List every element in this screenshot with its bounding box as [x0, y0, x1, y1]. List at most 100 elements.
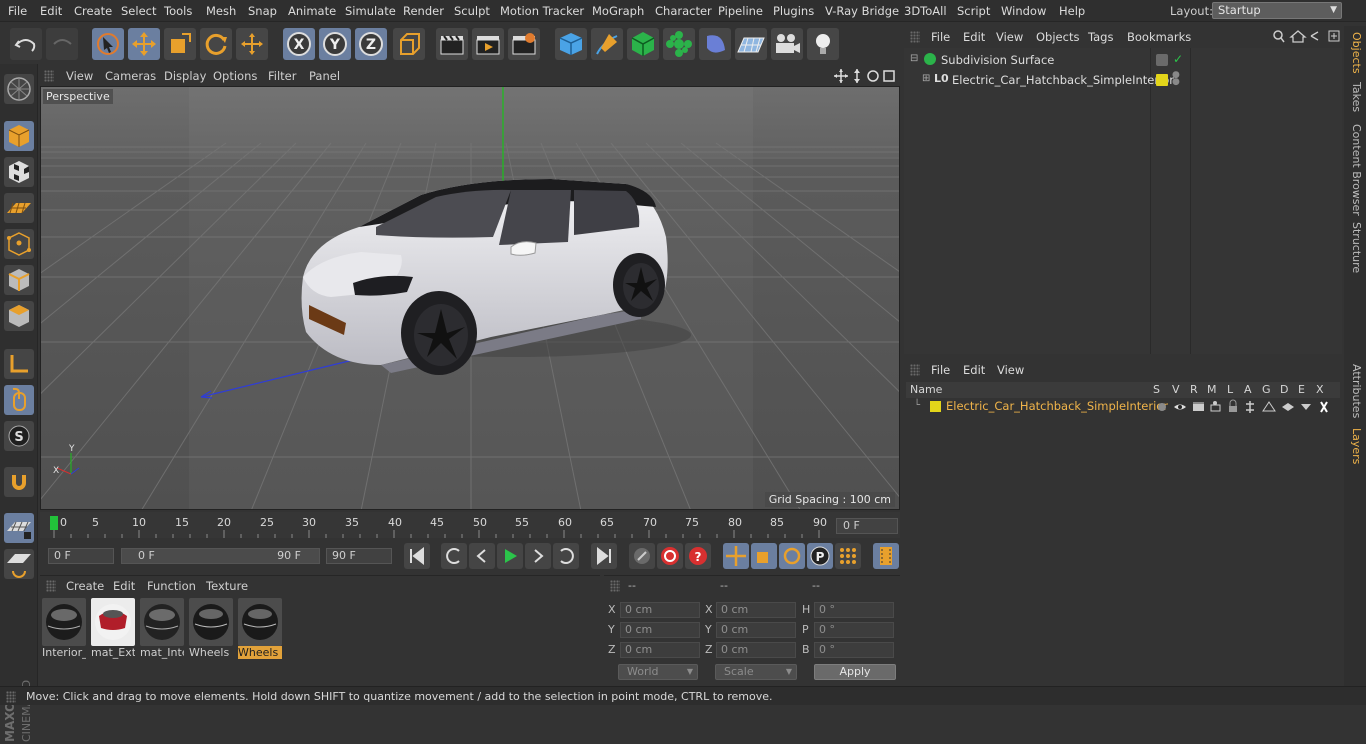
end-frame-field[interactable]: 90 F: [326, 548, 392, 564]
redo-button[interactable]: [46, 28, 78, 60]
object-row-car[interactable]: ⊞ L0 Electric_Car_Hatchback_SimpleInteri…: [904, 70, 1342, 90]
timeline-ruler[interactable]: 0 5 10 15 20 25 30 35 40 45 50 55 60 70 …: [40, 512, 900, 538]
viewport-menu-filter[interactable]: Filter: [268, 69, 296, 83]
layer-col-s[interactable]: S: [1153, 383, 1160, 396]
menu-edit[interactable]: Edit: [40, 4, 62, 18]
layer-col-a[interactable]: A: [1244, 383, 1252, 396]
menu-help[interactable]: Help: [1059, 4, 1085, 18]
material-swatch[interactable]: Wheels: [189, 598, 233, 659]
play-button[interactable]: [497, 543, 523, 569]
material-menu-texture[interactable]: Texture: [206, 579, 248, 593]
coordinate-mode-select[interactable]: World ▼: [618, 664, 698, 680]
object-menu-tags[interactable]: Tags: [1088, 30, 1113, 44]
y-axis-lock-button[interactable]: Y: [319, 28, 351, 60]
menu-snap[interactable]: Snap: [248, 4, 277, 18]
snap-button[interactable]: [4, 467, 34, 497]
previous-key-button[interactable]: [441, 543, 467, 569]
z-axis-lock-button[interactable]: Z: [355, 28, 387, 60]
coordinate-system-button[interactable]: [393, 28, 425, 60]
key-position-button[interactable]: [723, 543, 749, 569]
menu-tools[interactable]: Tools: [164, 4, 192, 18]
object-menu-view[interactable]: View: [996, 30, 1023, 44]
size-y-field[interactable]: 0 cm: [716, 622, 796, 638]
viewport-nav-icons[interactable]: [834, 68, 898, 84]
deformer-button[interactable]: [699, 28, 731, 60]
texture-mode-button[interactable]: [4, 157, 34, 187]
render-picture-viewer-button[interactable]: [472, 28, 504, 60]
key-parameter-button[interactable]: P: [807, 543, 833, 569]
layer-col-e[interactable]: E: [1298, 383, 1305, 396]
axis-mode-button[interactable]: [4, 349, 34, 379]
transform-tool-button[interactable]: [236, 28, 268, 60]
layout-select[interactable]: Startup ▼: [1212, 2, 1342, 19]
rotate-tool-button[interactable]: [200, 28, 232, 60]
menu-plugins[interactable]: Plugins: [773, 4, 814, 18]
layer-color-swatch[interactable]: [930, 401, 941, 412]
tab-takes[interactable]: Takes: [1347, 82, 1363, 112]
playhead-marker[interactable]: [50, 516, 58, 530]
menu-3dtoall[interactable]: 3DToAll: [904, 4, 947, 18]
material-menu-edit[interactable]: Edit: [113, 579, 135, 593]
layer-col-x[interactable]: X: [1316, 383, 1324, 396]
pos-x-field[interactable]: 0 cm: [620, 602, 700, 618]
record-keys-button[interactable]: [629, 543, 655, 569]
menu-render[interactable]: Render: [403, 4, 444, 18]
frame-range-slider[interactable]: 0 F 90 F: [121, 548, 320, 564]
autokeying-button[interactable]: [657, 543, 683, 569]
camera-object-button[interactable]: [771, 28, 803, 60]
menu-sculpt[interactable]: Sculpt: [454, 4, 490, 18]
object-menu-edit[interactable]: Edit: [963, 30, 985, 44]
scale-tool-button[interactable]: [164, 28, 196, 60]
polygons-mode-button[interactable]: [4, 301, 34, 331]
timeline-layout-button[interactable]: [873, 543, 899, 569]
menu-create[interactable]: Create: [74, 4, 112, 18]
live-selection-button[interactable]: [92, 28, 124, 60]
tab-objects[interactable]: Objects: [1347, 32, 1363, 74]
viewport-menu-view[interactable]: View: [66, 69, 93, 83]
object-menu-bookmarks[interactable]: Bookmarks: [1127, 30, 1191, 44]
menu-mograph[interactable]: MoGraph: [592, 4, 644, 18]
move-tool-button[interactable]: [128, 28, 160, 60]
tab-content-browser[interactable]: Content Browser: [1347, 124, 1363, 216]
menu-mesh[interactable]: Mesh: [206, 4, 236, 18]
next-key-button[interactable]: [553, 543, 579, 569]
menu-file[interactable]: File: [8, 4, 27, 18]
size-mode-select[interactable]: Scale ▼: [715, 664, 797, 680]
undo-button[interactable]: [10, 28, 42, 60]
material-menu-function[interactable]: Function: [147, 579, 196, 593]
object-row-subdivision-surface[interactable]: ⊟ Subdivision Surface ✓: [904, 50, 1342, 70]
layer-col-l[interactable]: L: [1227, 383, 1233, 396]
object-manager-tool-icons[interactable]: [1270, 28, 1342, 44]
spline-pen-button[interactable]: [591, 28, 623, 60]
tab-structure[interactable]: Structure: [1347, 222, 1363, 273]
edges-mode-button[interactable]: [4, 265, 34, 295]
workplane-mode-button[interactable]: [4, 193, 34, 223]
points-mode-button[interactable]: [4, 229, 34, 259]
object-menu-file[interactable]: File: [931, 30, 950, 44]
pos-y-field[interactable]: 0 cm: [620, 622, 700, 638]
solo-button[interactable]: S: [4, 421, 34, 451]
material-swatch[interactable]: mat_Exte: [91, 598, 135, 659]
panel-grip-icon[interactable]: [44, 70, 54, 82]
material-swatch[interactable]: Interior_: [42, 598, 86, 659]
render-settings-button[interactable]: [508, 28, 540, 60]
model-mode-button[interactable]: [4, 121, 34, 151]
menu-select[interactable]: Select: [121, 4, 156, 18]
checkmark-icon[interactable]: ✓: [1173, 52, 1183, 66]
visibility-dots-icon[interactable]: ● ●: [1172, 71, 1180, 87]
key-scale-button[interactable]: [751, 543, 777, 569]
layer-tag-icon[interactable]: [1156, 54, 1168, 66]
tree-expand-icon[interactable]: ⊟: [910, 53, 918, 64]
tree-expand-icon[interactable]: ⊞: [922, 73, 930, 84]
current-frame-field[interactable]: 0 F: [836, 518, 898, 534]
make-editable-button[interactable]: [4, 74, 34, 104]
menu-animate[interactable]: Animate: [288, 4, 336, 18]
perspective-viewport[interactable]: Y X Perspective Grid Spacing : 100 cm: [40, 86, 900, 510]
light-object-button[interactable]: [807, 28, 839, 60]
x-axis-lock-button[interactable]: X: [283, 28, 315, 60]
tab-layers[interactable]: Layers: [1347, 428, 1363, 464]
pos-z-field[interactable]: 0 cm: [620, 642, 700, 658]
panel-grip-icon[interactable]: [610, 580, 620, 592]
rot-b-field[interactable]: 0 °: [814, 642, 894, 658]
size-x-field[interactable]: 0 cm: [716, 602, 796, 618]
